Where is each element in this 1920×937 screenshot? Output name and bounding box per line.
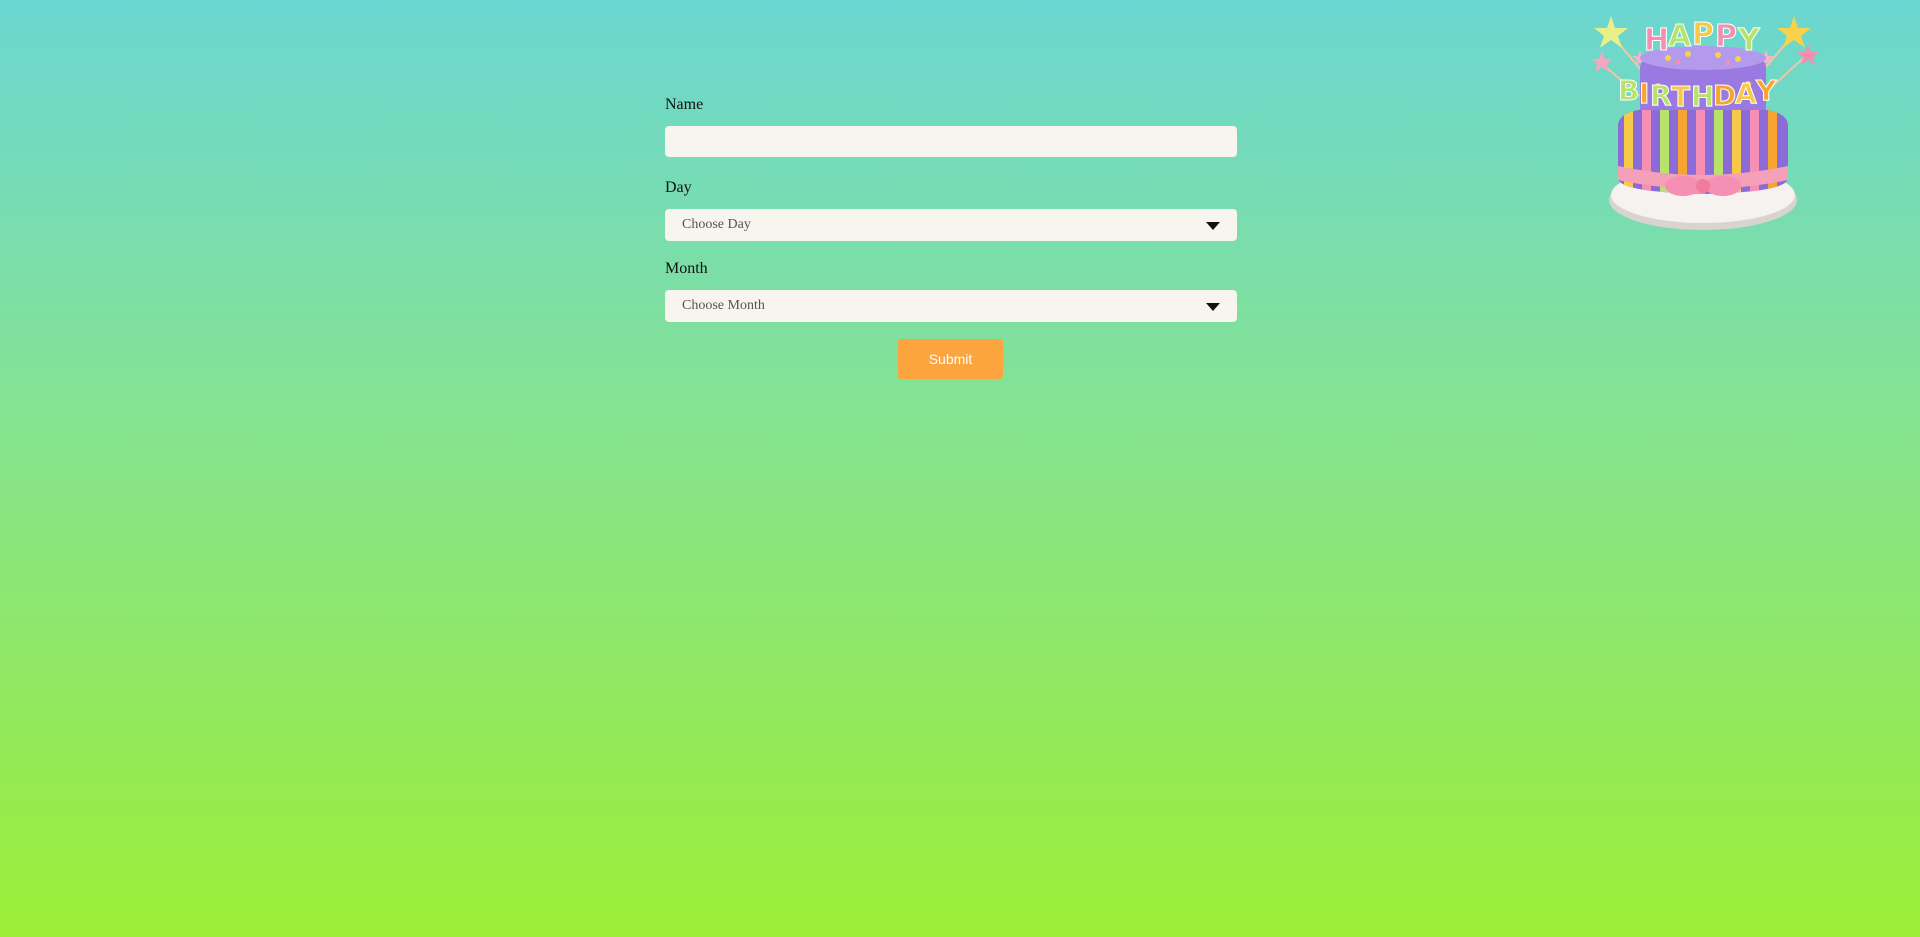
- svg-text:H: H: [1691, 80, 1714, 113]
- submit-button[interactable]: Submit: [898, 339, 1003, 379]
- month-label: Month: [665, 260, 708, 277]
- svg-text:T: T: [1671, 80, 1690, 113]
- name-label: Name: [665, 96, 704, 113]
- svg-text:B: B: [1618, 74, 1639, 107]
- day-label: Day: [665, 179, 692, 196]
- birthday-form: Name Day Choose Day Month Choose Month S…: [665, 94, 1237, 379]
- svg-text:A: A: [1735, 77, 1757, 110]
- svg-text:H: H: [1644, 23, 1669, 58]
- svg-text:Y: Y: [1755, 74, 1777, 107]
- svg-text:A: A: [1668, 19, 1692, 54]
- birthday-cake-icon: H A P P Y B I R T H D A Y: [1591, 16, 1819, 230]
- name-input[interactable]: [665, 126, 1237, 157]
- svg-text:R: R: [1650, 79, 1672, 112]
- svg-text:Y: Y: [1737, 23, 1761, 58]
- month-select-value: Choose Month: [682, 298, 765, 313]
- day-select[interactable]: Choose Day: [665, 209, 1237, 241]
- svg-text:P: P: [1715, 19, 1737, 54]
- month-select[interactable]: Choose Month: [665, 290, 1237, 322]
- birthday-cake-image: H A P P Y B I R T H D A Y: [1578, 6, 1828, 256]
- svg-text:D: D: [1713, 79, 1736, 112]
- chevron-down-icon: [1206, 303, 1220, 311]
- chevron-down-icon: [1206, 222, 1220, 230]
- svg-text:I: I: [1639, 77, 1649, 110]
- svg-text:P: P: [1692, 17, 1714, 52]
- day-select-value: Choose Day: [682, 217, 751, 232]
